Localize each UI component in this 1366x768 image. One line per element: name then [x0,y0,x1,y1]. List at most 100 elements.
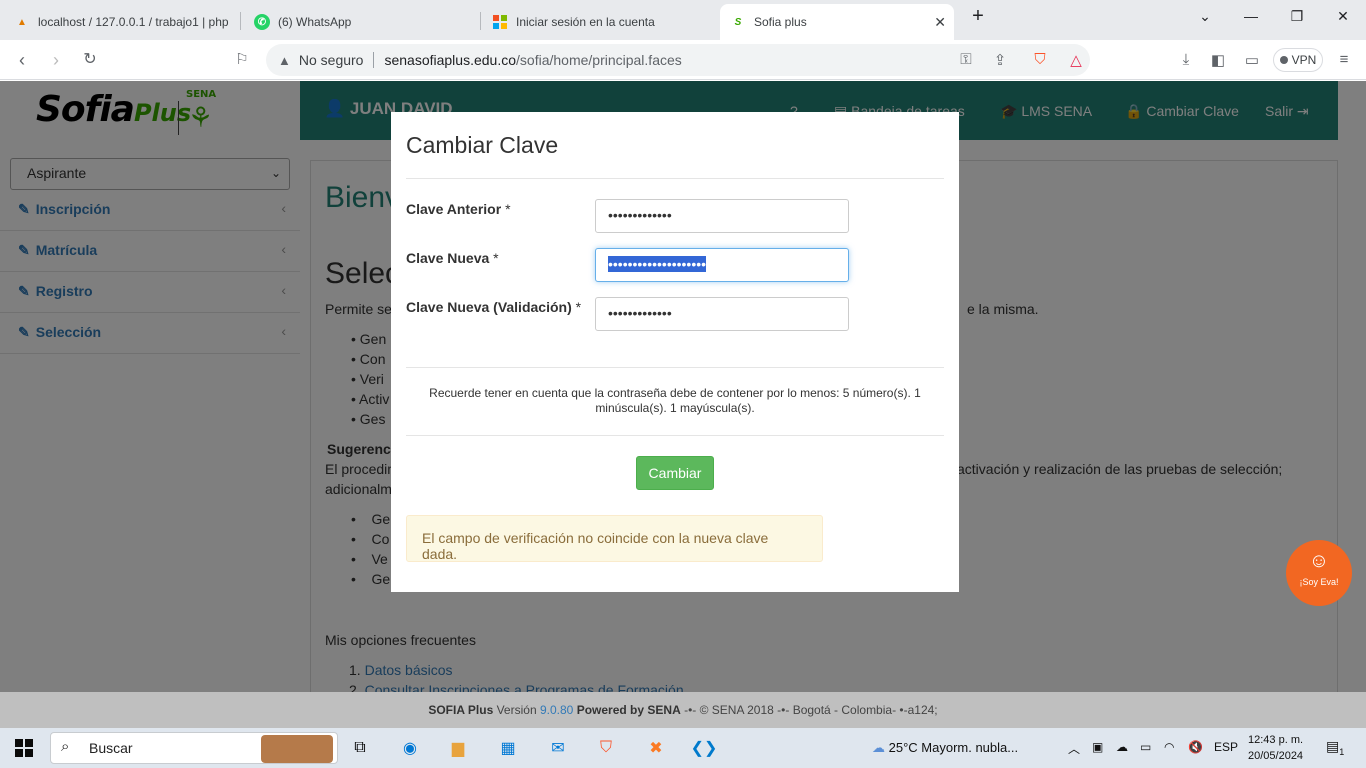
sidebar-toggle-icon[interactable]: ◧ [1208,51,1228,69]
reload-icon[interactable]: ↻ [80,50,100,70]
confirm-password-input[interactable]: ••••••••••••• [595,297,849,331]
tab-phpmyadmin[interactable]: ▲ localhost / 127.0.0.1 / trabajo1 | php [4,6,240,38]
browser-tab-strip: ▲ localhost / 127.0.0.1 / trabajo1 | php… [0,0,1366,40]
confirm-password-value: ••••••••••••• [608,305,672,321]
page-footer: SOFIA Plus Versión 9.0.80 Powered by SEN… [0,692,1366,728]
new-password-value: •••••••••••••••••••• [608,256,707,272]
brave-rewards-icon[interactable]: △ [1066,51,1086,69]
footer-version: 9.0.80 [539,703,574,717]
battery-icon[interactable]: ▭ [1140,740,1151,754]
wifi-icon[interactable]: ◠ [1164,740,1174,754]
tab-search-chevron-icon[interactable]: ⌄ [1190,8,1220,25]
menu-icon[interactable]: ≡ [1334,51,1354,68]
search-icon: ⌕ [61,738,70,755]
tab-title: (6) WhatsApp [278,15,352,29]
modal-title: Cambiar Clave [406,132,559,158]
tab-title: Iniciar sesión en la cuenta [516,15,655,29]
close-window-icon[interactable]: ✕ [1328,8,1358,25]
brave-browser-icon[interactable]: ⛉ [594,736,618,760]
close-tab-icon[interactable]: ✕ [934,14,946,31]
footer-sena: SENA [647,703,681,717]
eva-assistant-button[interactable]: ☺ ¡Soy Eva! [1286,540,1352,606]
browser-toolbar: ‹ › ↻ ⚐ ▲ No seguro senasofiaplus.edu.co… [0,40,1366,80]
new-password-label: Clave Nueva * [406,248,586,268]
chatbot-icon: ☺ [1308,550,1330,572]
tab-whatsapp[interactable]: ✆ (6) WhatsApp [244,6,480,38]
mismatch-alert: El campo de verificación no coincide con… [406,515,823,562]
sofia-icon: S [734,16,742,28]
new-password-input[interactable]: •••••••••••••••••••• [595,248,849,282]
notification-icon[interactable]: ▤1 [1326,738,1344,757]
wallet-icon[interactable]: ▭ [1242,51,1262,69]
vpn-label: VPN [1291,53,1317,67]
file-explorer-icon[interactable]: ▆ [446,736,470,760]
store-icon[interactable]: ▦ [496,736,520,760]
tab-sofia-plus[interactable]: S Sofia plus ✕ [720,4,954,40]
download-icon[interactable]: ⤓ [1176,51,1196,68]
footer-version-label: Versión [496,703,537,717]
new-tab-icon[interactable]: + [963,5,993,28]
url-host: senasofiaplus.edu.co [384,52,517,68]
old-password-input[interactable]: ••••••••••••• [595,199,849,233]
modal-body-divider [406,367,944,368]
tab-separator [480,12,481,30]
tab-title: Sofia plus [754,15,807,29]
windows-start-icon[interactable] [12,736,36,760]
new-password-label-text: Clave Nueva [406,250,490,266]
vscode-icon[interactable]: ❮❯ [691,736,718,760]
footer-rest: -•- © SENA 2018 -•- Bogotá - Colombia- •… [684,703,938,717]
old-password-value: ••••••••••••• [608,207,672,223]
confirm-password-label: Clave Nueva (Validación) * [406,297,586,317]
volume-muted-icon[interactable]: 🔇 [1188,740,1203,754]
whatsapp-icon: ✆ [254,14,270,30]
omnibox-divider [373,52,375,68]
weather-text: 25°C Mayorm. nubla... [888,740,1019,755]
cloudy-icon: ☁ [872,740,885,755]
camera-icon[interactable]: ▣ [1092,740,1103,754]
vpn-status-icon [1279,56,1288,64]
bookmark-icon[interactable]: ⚐ [232,50,252,70]
warning-icon: ▲ [278,52,291,68]
weather-widget[interactable]: ☁ 25°C Mayorm. nubla... [872,740,1018,756]
modal-header-divider [406,178,944,179]
language-indicator[interactable]: ESP [1214,740,1238,754]
taskbar-clock[interactable]: 12:43 p. m. 20/05/2024 [1248,732,1303,764]
confirm-password-label-text: Clave Nueva (Validación) [406,299,572,315]
onedrive-icon[interactable]: ☁ [1116,740,1128,754]
minimize-icon[interactable]: — [1236,8,1266,24]
xampp-icon[interactable]: ✖ [644,736,668,760]
tray-chevron-icon[interactable]: ︿ [1068,740,1080,757]
mail-icon[interactable]: ✉ [546,736,570,760]
search-highlight-image [261,735,333,763]
tab-microsoft-login[interactable]: Iniciar sesión en la cuenta [482,6,718,38]
phpmyadmin-icon: ▲ [17,16,27,28]
notification-count: 1 [1339,746,1345,757]
taskbar-search[interactable]: ⌕ Buscar [50,732,338,764]
brave-shield-icon[interactable]: ⛉ [1030,51,1050,68]
modal-footer-divider [406,435,944,436]
key-icon[interactable]: ⚿ [956,51,976,68]
old-password-label: Clave Anterior * [406,199,586,219]
restore-icon[interactable]: ❐ [1282,8,1312,25]
edge-icon[interactable]: ◉ [398,736,422,760]
required-marker: * [493,250,499,266]
tab-separator [240,12,241,30]
tab-title: localhost / 127.0.0.1 / trabajo1 | php [38,15,229,29]
forward-icon[interactable]: › [46,50,66,70]
required-marker: * [505,201,511,217]
windows-taskbar: ⌕ Buscar ⧉ ◉ ▆ ▦ ✉ ⛉ ✖ ❮❯ ☁ 25°C Mayorm.… [0,728,1366,768]
required-marker: * [575,299,582,315]
vpn-button[interactable]: VPN [1273,48,1323,72]
clock-time: 12:43 p. m. [1248,734,1304,746]
back-icon[interactable]: ‹ [12,50,32,70]
task-view-icon[interactable]: ⧉ [348,736,372,760]
eva-label: ¡Soy Eva! [1299,577,1339,587]
change-password-modal: Cambiar Clave Clave Anterior * •••••••••… [391,112,959,592]
share-icon[interactable]: ⇪ [990,51,1010,69]
footer-product: SOFIA Plus [428,703,494,717]
microsoft-icon [492,14,508,30]
security-status[interactable]: No seguro [299,52,364,68]
footer-powered: Powered by [576,703,645,717]
cambiar-button[interactable]: Cambiar [636,456,714,490]
clock-date: 20/05/2024 [1248,750,1304,762]
